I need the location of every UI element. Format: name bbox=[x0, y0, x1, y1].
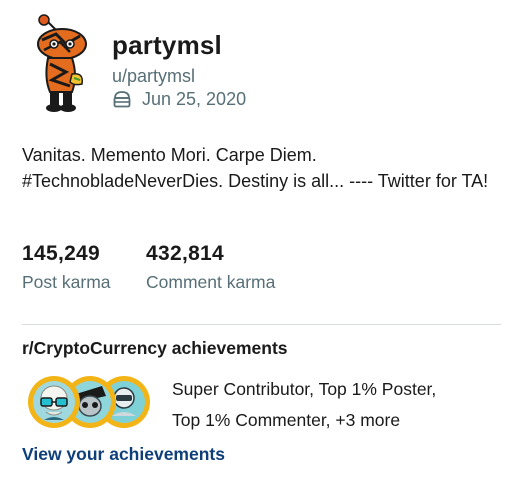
comment-karma-value: 432,814 bbox=[146, 242, 225, 265]
cake-day-date: Jun 25, 2020 bbox=[142, 88, 247, 109]
comment-karma-label: Comment karma bbox=[146, 272, 276, 292]
profile-handle: u/partymsl bbox=[112, 66, 196, 86]
cake-icon bbox=[112, 89, 132, 109]
profile-display-name: partymsl bbox=[112, 30, 222, 60]
post-karma-label: Post karma bbox=[22, 272, 111, 292]
avatar[interactable] bbox=[26, 14, 92, 114]
achievements-line-2: Top 1% Commenter, +3 more bbox=[172, 410, 401, 430]
snoo-avatar-icon bbox=[37, 14, 87, 112]
post-karma-value: 145,249 bbox=[22, 242, 101, 265]
achievement-badges[interactable] bbox=[24, 372, 154, 432]
achievements-title: r/CryptoCurrency achievements bbox=[22, 338, 288, 358]
cake-day: Jun 25, 2020 bbox=[112, 88, 246, 110]
view-achievements-link[interactable]: View your achievements bbox=[22, 444, 225, 465]
achievements-summary: Super Contributor, Top 1% Poster, Top 1%… bbox=[172, 374, 492, 436]
post-karma: 145,249 Post karma bbox=[22, 242, 111, 293]
profile-bio: Vanitas. Memento Mori. Carpe Diem. #Tech… bbox=[22, 145, 489, 191]
skull-glasses-badge-icon bbox=[28, 376, 80, 428]
achievements-line-1: Super Contributor, Top 1% Poster, bbox=[172, 379, 437, 399]
comment-karma: 432,814 Comment karma bbox=[146, 242, 275, 293]
divider bbox=[22, 324, 501, 325]
